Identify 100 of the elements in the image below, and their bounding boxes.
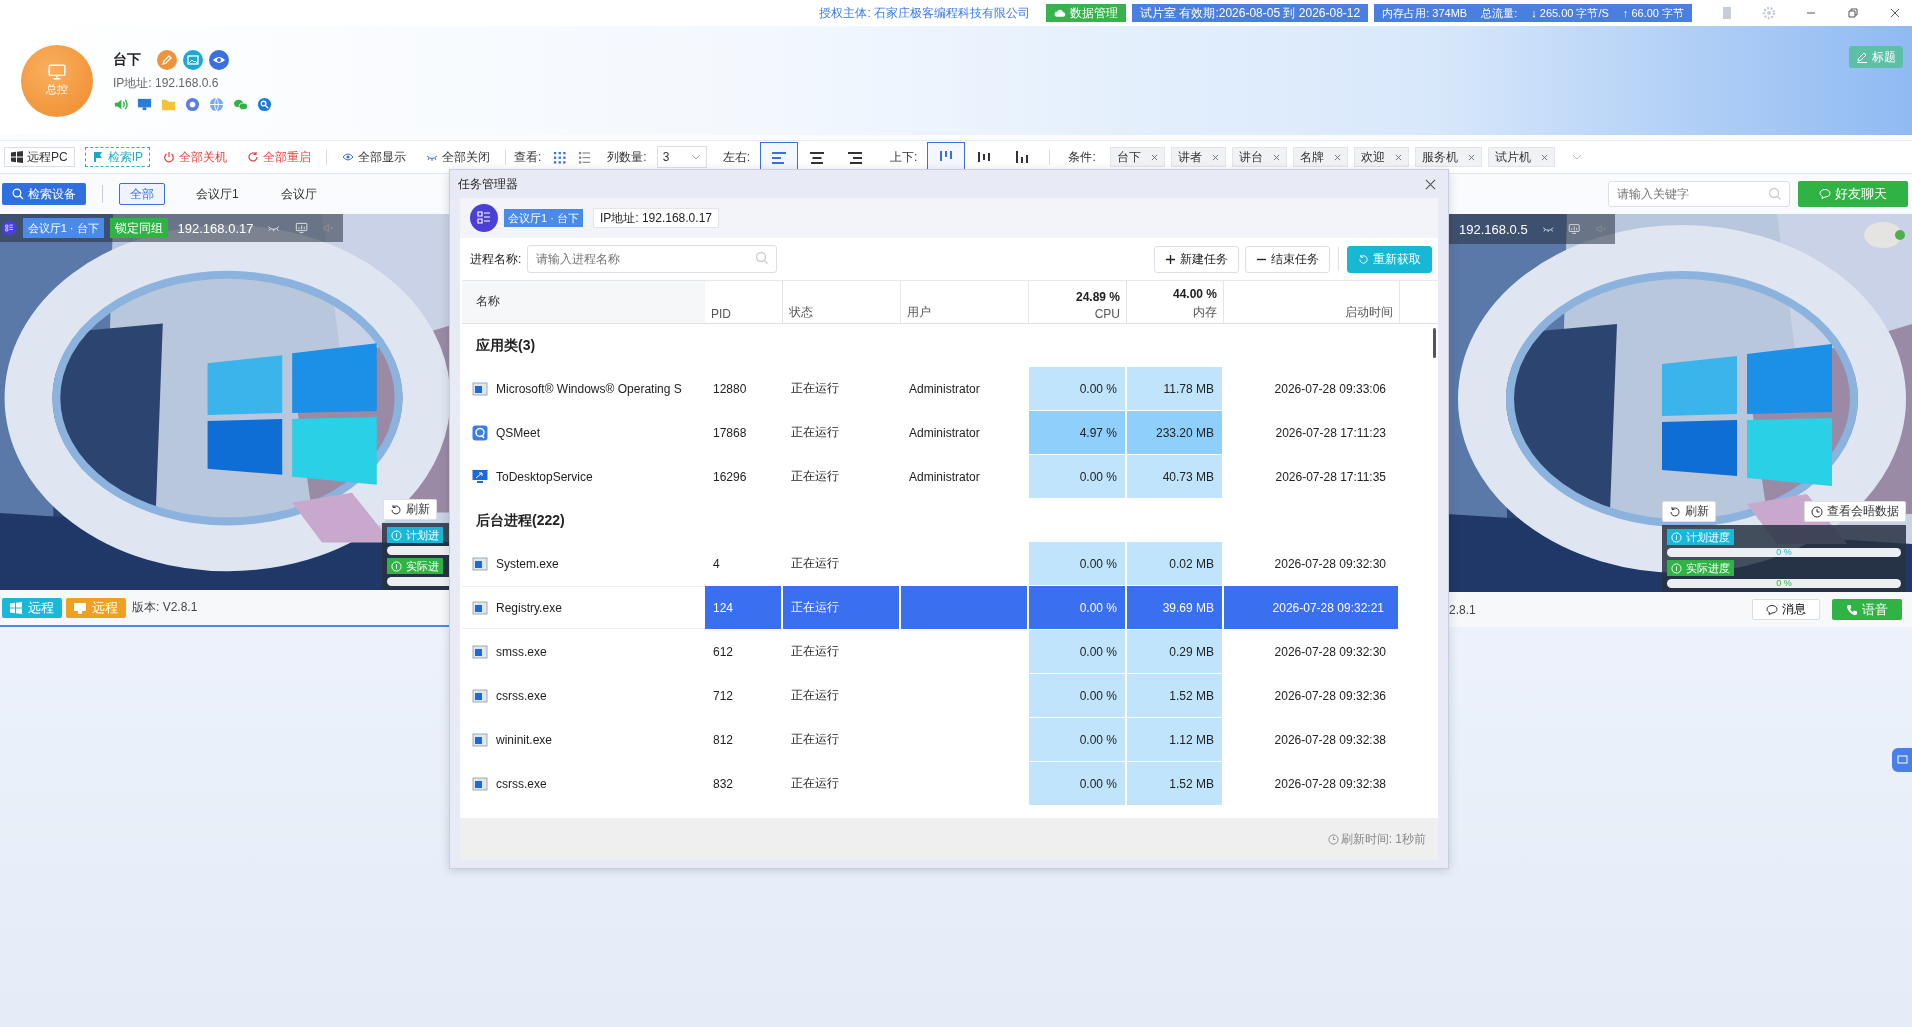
column-header[interactable]: 启动时间 [1224, 281, 1400, 323]
monitor-icon [472, 468, 488, 485]
phone-icon [1846, 603, 1858, 616]
column-count-select[interactable]: 3 [656, 146, 707, 168]
window-icon [472, 731, 488, 748]
close-icon[interactable] [1394, 153, 1402, 161]
cpu-cell: 0.00 % [1029, 542, 1125, 585]
close-icon[interactable] [1425, 178, 1436, 190]
process-name[interactable]: csrss.exe [462, 674, 705, 717]
process-name[interactable]: csrss.exe [462, 762, 705, 805]
close-icon[interactable] [1272, 153, 1280, 161]
close-icon[interactable] [1888, 6, 1902, 20]
search-devices-button[interactable]: 检索设备 [2, 183, 86, 205]
menu-icon [470, 204, 498, 232]
align-icon [808, 149, 827, 165]
info-icon [391, 529, 402, 541]
eye-icon[interactable] [209, 49, 229, 70]
window-icon [472, 380, 488, 397]
column-header[interactable]: 44.00 % 内存 [1127, 281, 1224, 323]
side-panel-tab[interactable] [1892, 748, 1912, 772]
process-name-label: 进程名称: [470, 250, 522, 268]
cpu-cell: 0.00 % [1029, 586, 1125, 629]
memory-cell: 39.69 MB [1127, 586, 1222, 629]
column-header[interactable]: 名称 [462, 281, 705, 323]
monitor-chart-icon[interactable] [294, 221, 308, 235]
group-heading: 应用类(3) [475, 335, 537, 355]
clock-icon [1811, 505, 1823, 518]
condition-tag[interactable]: 欢迎 [1353, 147, 1409, 167]
remote-pc-button[interactable]: 远程PC [4, 147, 75, 167]
grid-view-icon[interactable] [553, 150, 567, 164]
end-task-button[interactable]: 结束任务 [1245, 245, 1330, 273]
condition-tag[interactable]: 服务机 [1414, 147, 1482, 167]
group-badge: 会议厅1 · 台下 [22, 218, 104, 238]
meeting-data-button[interactable]: 查看会晤数据 [1804, 501, 1906, 522]
refresh-button[interactable]: 刷新 [383, 499, 437, 521]
column-header[interactable]: 24.89 % CPU [1029, 281, 1127, 323]
start-time-cell-text: 2026-07-28 09:32:36 [1273, 687, 1387, 705]
plan-progress-label: 计划进 [387, 527, 443, 544]
search-icon[interactable] [257, 96, 272, 112]
monitor-chart-icon[interactable] [1568, 222, 1581, 236]
menu-icon[interactable] [2, 218, 17, 238]
condition-tag[interactable]: 讲者 [1170, 147, 1226, 167]
group-tab[interactable]: 会议厅 [269, 183, 328, 205]
windows-icon [10, 601, 22, 614]
window-icon [472, 599, 488, 616]
list-view-icon[interactable] [578, 150, 592, 164]
edit-icon [1856, 51, 1868, 63]
info-icon [391, 560, 402, 572]
refresh-time-text: 刷新时间: 1秒前 [1327, 830, 1426, 848]
restart-all-button[interactable]: 全部重启 [240, 147, 318, 167]
edit-icon[interactable] [157, 49, 177, 70]
process-name[interactable]: QSMeet [462, 411, 705, 454]
condition-tag[interactable]: 名牌 [1292, 147, 1348, 167]
restore-icon[interactable] [1846, 6, 1860, 20]
shutdown-all-button[interactable]: 全部关机 [156, 147, 234, 167]
close-icon[interactable] [1333, 153, 1341, 161]
close-icon[interactable] [1211, 153, 1219, 161]
group-tab[interactable]: 会议厅1 [185, 183, 250, 205]
close-icon[interactable] [1467, 153, 1475, 161]
caret-icon [690, 154, 701, 160]
process-search-field[interactable]: 请输入进程名称 [527, 245, 778, 273]
start-time-cell-text: 2026-07-28 09:32:38 [1273, 775, 1387, 793]
message-button[interactable]: 消息 [1752, 599, 1820, 620]
start-time-cell-text: 2026-07-28 09:32:38 [1273, 731, 1387, 749]
group-tab[interactable]: 全部 [119, 183, 165, 205]
download-rate: ↓ 265.00 字节/S [1531, 5, 1609, 21]
avatar-label: 总控 [46, 82, 68, 97]
process-name[interactable]: ToDesktopService [462, 455, 705, 498]
show-all-button[interactable]: 全部显示 [335, 147, 413, 167]
refresh-icon [1358, 253, 1369, 265]
process-name[interactable]: System.exe [462, 542, 705, 585]
process-name[interactable]: wininit.exe [462, 718, 705, 761]
process-name[interactable]: Registry.exe [462, 586, 705, 629]
window-icon [472, 643, 488, 660]
condition-tag[interactable]: 台下 [1109, 147, 1165, 167]
close-icon[interactable] [1540, 153, 1548, 161]
new-task-button[interactable]: 新建任务 [1154, 245, 1239, 273]
power-icon [163, 151, 175, 163]
memory-cell: 11.78 MB [1127, 367, 1222, 410]
close-all-button[interactable]: 全部关闭 [419, 147, 497, 167]
column-header[interactable]: 用户 [901, 281, 1029, 323]
column-header[interactable]: 状态 [783, 281, 901, 323]
process-name[interactable]: smss.exe [462, 630, 705, 673]
status-cell-text: 正在运行 [790, 468, 840, 485]
column-header[interactable]: PID [705, 281, 783, 323]
ip-address: 192.168.0.5 [1459, 221, 1528, 237]
cpu-cell: 0.00 % [1029, 718, 1125, 761]
trial-badge: 试片室 有效期:2026-08-05 到 2026-08-12 [1132, 4, 1369, 22]
refresh-button[interactable]: 刷新 [1662, 501, 1716, 522]
process-name[interactable]: Microsoft® Windows® Operating S [462, 367, 705, 410]
condition-tag[interactable]: 讲台 [1231, 147, 1287, 167]
status-cell-text: 正在运行 [790, 380, 840, 397]
globe-icon[interactable] [209, 96, 224, 112]
keyword-field[interactable]: 请输入关键字 [1608, 181, 1790, 207]
network-icon[interactable] [185, 96, 200, 112]
close-icon[interactable] [1150, 153, 1158, 161]
condition-tag[interactable]: 试片机 [1487, 147, 1555, 167]
cpu-cell: 0.00 % [1029, 367, 1125, 410]
monitor-icon[interactable] [137, 96, 152, 112]
image-icon[interactable] [183, 49, 203, 70]
